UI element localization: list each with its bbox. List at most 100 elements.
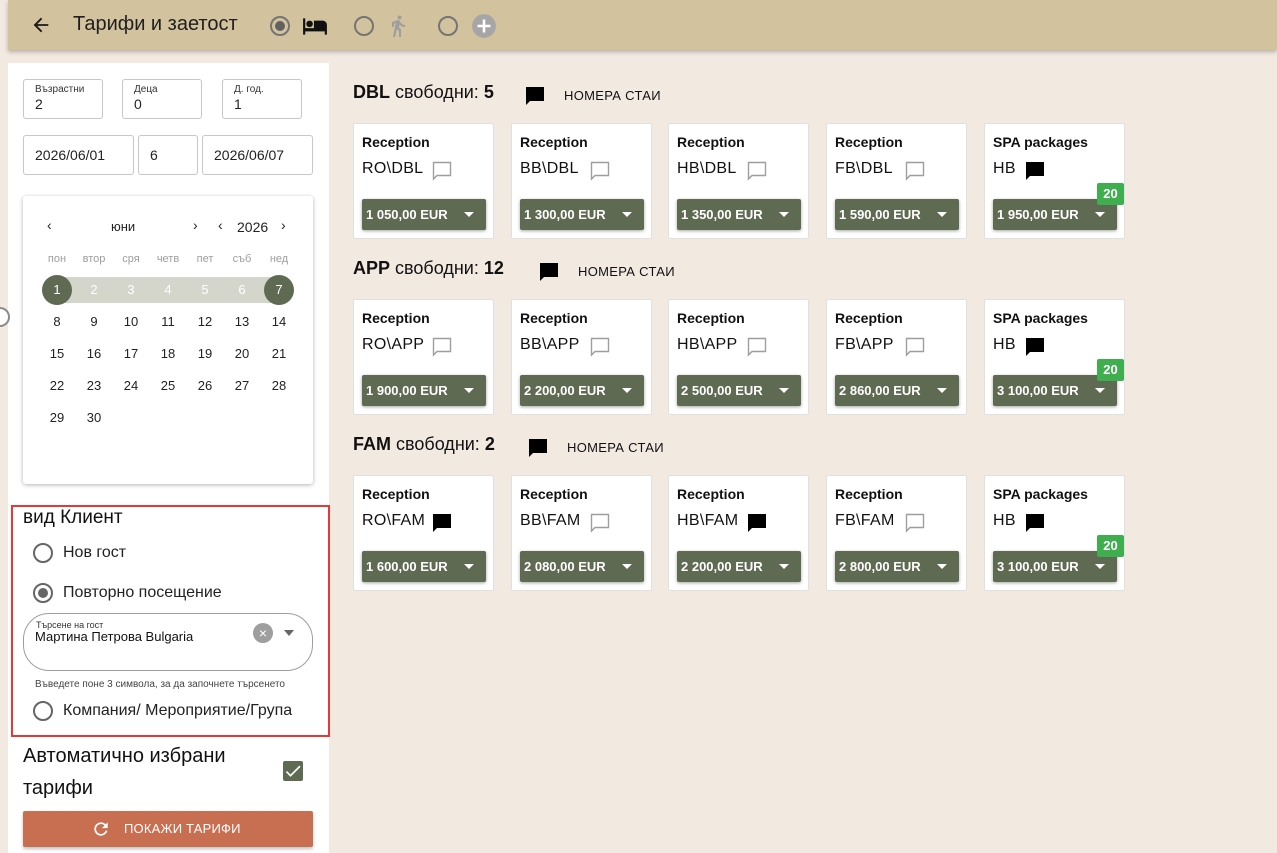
calendar-day[interactable]: 23 [79, 371, 109, 401]
note-outline-icon[interactable] [903, 511, 927, 540]
bed-icon[interactable] [300, 13, 330, 44]
calendar-day[interactable]: 16 [79, 339, 109, 369]
calendar-month[interactable]: юни [111, 219, 135, 234]
rate-card[interactable]: Reception HB\FAM 2 200,00 EUR [668, 475, 809, 591]
note-outline-icon[interactable] [588, 511, 612, 540]
adults-field[interactable]: Възрастни 2 [23, 79, 103, 119]
next-year-icon[interactable]: › [281, 217, 286, 233]
note-outline-icon[interactable] [588, 335, 612, 364]
calendar-day[interactable]: 30 [79, 403, 109, 433]
price-dropdown-button[interactable]: 2 860,00 EUR [835, 375, 959, 406]
price-dropdown-button[interactable]: 1 350,00 EUR [677, 199, 801, 230]
rate-card[interactable]: Reception RO\FAM 1 600,00 EUR [353, 475, 494, 591]
room-note-icon[interactable] [537, 260, 561, 289]
calendar-day[interactable]: 2 [79, 275, 109, 305]
note-outline-icon[interactable] [430, 335, 454, 364]
note-filled-icon[interactable] [1023, 511, 1047, 540]
price-dropdown-button[interactable]: 1 590,00 EUR [835, 199, 959, 230]
room-numbers-link[interactable]: НОМЕРА СТАИ [567, 440, 664, 455]
children-field[interactable]: Деца 0 [122, 79, 202, 119]
rate-card[interactable]: Reception RO\APP 1 900,00 EUR [353, 299, 494, 415]
price-dropdown-button[interactable]: 1 050,00 EUR [362, 199, 486, 230]
radio-new-guest-label[interactable]: Нов гост [63, 544, 126, 562]
calendar-day[interactable]: 25 [153, 371, 183, 401]
price-dropdown-button[interactable]: 1 900,00 EUR [362, 375, 486, 406]
calendar-day[interactable]: 20 [227, 339, 257, 369]
calendar-day[interactable]: 29 [42, 403, 72, 433]
calendar-day[interactable]: 13 [227, 307, 257, 337]
calendar-day[interactable]: 24 [116, 371, 146, 401]
calendar-day[interactable]: 10 [116, 307, 146, 337]
dropdown-arrow-icon[interactable] [284, 630, 294, 636]
guest-search-value[interactable]: Мартина Петрова Bulgaria [35, 629, 193, 644]
radio-new-guest[interactable] [33, 543, 53, 563]
price-dropdown-button[interactable]: 2 080,00 EUR [520, 551, 644, 582]
calendar-day[interactable]: 6 [227, 275, 257, 305]
date-to-field[interactable]: 2026/06/07 [202, 135, 313, 175]
price-dropdown-button[interactable]: 2 200,00 EUR [677, 551, 801, 582]
date-from-field[interactable]: 2026/06/01 [23, 135, 134, 175]
calendar-day[interactable]: 17 [116, 339, 146, 369]
rate-card[interactable]: SPA packages HB 3 100,00 EUR 20 [984, 475, 1125, 591]
room-numbers-link[interactable]: НОМЕРА СТАИ [578, 264, 675, 279]
radio-company-label[interactable]: Компания/ Мероприятие/Група [63, 702, 292, 720]
note-outline-icon[interactable] [430, 159, 454, 188]
rate-card[interactable]: Reception FB\FAM 2 800,00 EUR [826, 475, 967, 591]
calendar-day[interactable]: 8 [42, 307, 72, 337]
show-rates-button[interactable]: ПОКАЖИ ТАРИФИ [23, 811, 313, 847]
prev-month-icon[interactable]: ‹ [47, 217, 52, 233]
calendar-day[interactable]: 21 [264, 339, 294, 369]
walking-person-icon[interactable] [386, 12, 410, 45]
calendar-day[interactable]: 1 [42, 275, 72, 305]
calendar-year[interactable]: 2026 [237, 219, 268, 235]
rate-card[interactable]: Reception BB\FAM 2 080,00 EUR [511, 475, 652, 591]
calendar-day[interactable]: 3 [116, 275, 146, 305]
calendar-day[interactable]: 22 [42, 371, 72, 401]
calendar-day[interactable]: 18 [153, 339, 183, 369]
rate-card[interactable]: Reception BB\DBL 1 300,00 EUR [511, 123, 652, 239]
note-outline-icon[interactable] [745, 159, 769, 188]
price-dropdown-button[interactable]: 1 600,00 EUR [362, 551, 486, 582]
nights-field[interactable]: 6 [138, 135, 198, 175]
calendar-day[interactable]: 27 [227, 371, 257, 401]
extra-field[interactable]: Д. год. 1 [222, 79, 302, 119]
calendar-day[interactable]: 26 [190, 371, 220, 401]
calendar-day[interactable]: 15 [42, 339, 72, 369]
note-filled-icon[interactable] [430, 511, 454, 540]
calendar-day[interactable]: 9 [79, 307, 109, 337]
calendar-day[interactable]: 5 [190, 275, 220, 305]
rate-card[interactable]: Reception HB\DBL 1 350,00 EUR [668, 123, 809, 239]
price-dropdown-button[interactable]: 1 300,00 EUR [520, 199, 644, 230]
room-note-icon[interactable] [523, 84, 547, 113]
rate-card[interactable]: Reception FB\APP 2 860,00 EUR [826, 299, 967, 415]
back-arrow-icon[interactable] [30, 14, 52, 36]
room-note-icon[interactable] [526, 436, 550, 465]
next-month-icon[interactable]: › [193, 217, 198, 233]
calendar-day[interactable]: 14 [264, 307, 294, 337]
calendar-day[interactable]: 28 [264, 371, 294, 401]
price-dropdown-button[interactable]: 2 500,00 EUR [677, 375, 801, 406]
price-dropdown-button[interactable]: 2 200,00 EUR [520, 375, 644, 406]
add-circle-icon[interactable] [471, 13, 497, 44]
rate-card[interactable]: Reception FB\DBL 1 590,00 EUR [826, 123, 967, 239]
note-filled-icon[interactable] [1023, 335, 1047, 364]
room-numbers-link[interactable]: НОМЕРА СТАИ [564, 88, 661, 103]
price-dropdown-button[interactable]: 2 800,00 EUR [835, 551, 959, 582]
note-outline-icon[interactable] [903, 335, 927, 364]
calendar-day[interactable]: 7 [264, 275, 294, 305]
radio-repeat-visit[interactable] [33, 583, 53, 603]
note-outline-icon[interactable] [903, 159, 927, 188]
clear-icon[interactable]: × [253, 623, 273, 643]
calendar-day[interactable]: 19 [190, 339, 220, 369]
rate-card[interactable]: Reception HB\APP 2 500,00 EUR [668, 299, 809, 415]
radio-company[interactable] [33, 701, 53, 721]
prev-year-icon[interactable]: ‹ [218, 217, 223, 233]
rate-card[interactable]: Reception BB\APP 2 200,00 EUR [511, 299, 652, 415]
note-filled-icon[interactable] [1023, 159, 1047, 188]
rate-card[interactable]: SPA packages HB 3 100,00 EUR 20 [984, 299, 1125, 415]
mode-radio-add[interactable] [438, 16, 458, 36]
rate-card[interactable]: SPA packages HB 1 950,00 EUR 20 [984, 123, 1125, 239]
calendar-day[interactable]: 11 [153, 307, 183, 337]
calendar-day[interactable]: 12 [190, 307, 220, 337]
note-outline-icon[interactable] [588, 159, 612, 188]
